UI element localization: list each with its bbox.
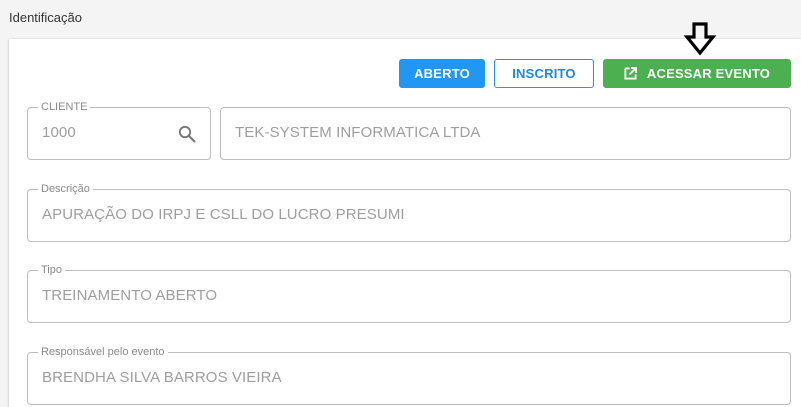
aberto-button[interactable]: ABERTO xyxy=(399,59,485,88)
cliente-field[interactable]: CLIENTE 1000 xyxy=(27,101,211,160)
cliente-value: 1000 xyxy=(42,124,76,141)
tipo-field[interactable]: Tipo TREINAMENTO ABERTO xyxy=(27,264,791,323)
cliente-nome-value: TEK-SYSTEM INFORMATICA LTDA xyxy=(235,124,481,141)
acessar-evento-button-label: ACESSAR EVENTO xyxy=(646,66,771,81)
inscrito-button[interactable]: INSCRITO xyxy=(494,59,594,88)
descricao-label: Descrição xyxy=(38,183,93,195)
section-title: Identificação xyxy=(9,10,82,25)
tipo-value: TREINAMENTO ABERTO xyxy=(42,287,218,304)
search-icon[interactable] xyxy=(178,125,196,143)
cliente-nome-field[interactable]: TEK-SYSTEM INFORMATICA LTDA xyxy=(220,107,791,160)
arrow-down-icon xyxy=(683,22,717,56)
descricao-field[interactable]: Descrição APURAÇÃO DO IRPJ E CSLL DO LUC… xyxy=(27,183,791,242)
external-link-icon xyxy=(624,67,637,80)
responsavel-value: BRENDHA SILVA BARROS VIEIRA xyxy=(42,369,282,386)
tipo-label: Tipo xyxy=(38,264,65,276)
inscrito-button-label: INSCRITO xyxy=(512,66,576,81)
page: Identificação ABERTO INSCRITO ACESSAR EV… xyxy=(0,0,801,407)
responsavel-label: Responsável pelo evento xyxy=(38,346,168,358)
descricao-value: APURAÇÃO DO IRPJ E CSLL DO LUCRO PRESUMI xyxy=(42,206,405,223)
responsavel-field[interactable]: Responsável pelo evento BRENDHA SILVA BA… xyxy=(27,346,791,405)
cliente-label: CLIENTE xyxy=(38,101,91,113)
acessar-evento-button[interactable]: ACESSAR EVENTO xyxy=(603,59,791,88)
aberto-button-label: ABERTO xyxy=(414,66,470,81)
